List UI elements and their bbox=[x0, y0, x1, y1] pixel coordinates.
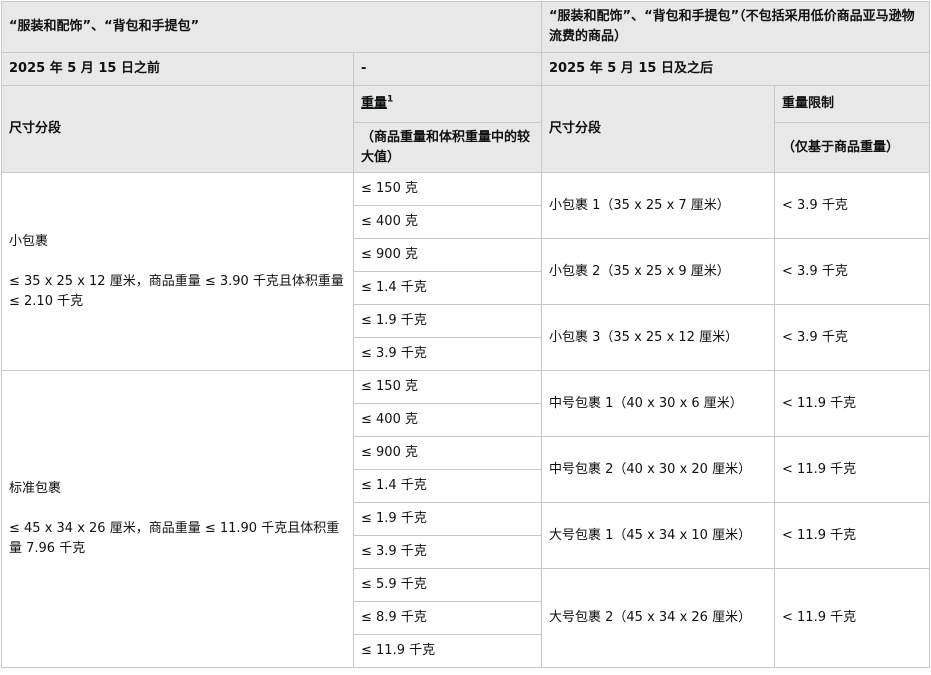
weight-cell: ≤ 11.9 千克 bbox=[353, 634, 542, 668]
tier-small-standard: 小包裹 ≤ 35 x 25 x 12 厘米，商品重量 ≤ 3.90 千克且体积重… bbox=[1, 172, 354, 371]
weight-label: 重量 bbox=[361, 96, 388, 111]
date-before: 2025 年 5 月 15 日之前 bbox=[1, 52, 354, 86]
new-tier-limit: < 11.9 千克 bbox=[774, 370, 930, 437]
tier-small-standard-desc: ≤ 35 x 25 x 12 厘米，商品重量 ≤ 3.90 千克且体积重量 ≤ … bbox=[9, 273, 344, 309]
new-tier-name: 小包裹 2（35 x 25 x 9 厘米） bbox=[541, 238, 775, 305]
tier-standard-desc: ≤ 45 x 34 x 26 厘米，商品重量 ≤ 11.90 千克且体积重量 7… bbox=[9, 521, 340, 556]
date-after: 2025 年 5 月 15 日及之后 bbox=[541, 52, 930, 86]
weight-cell: ≤ 1.4 千克 bbox=[353, 271, 542, 305]
new-tier-limit: < 11.9 千克 bbox=[774, 436, 930, 503]
new-tier-name: 中号包裹 2（40 x 30 x 20 厘米） bbox=[541, 436, 775, 503]
weight-cell: ≤ 150 克 bbox=[353, 370, 542, 404]
weight-cell: ≤ 1.9 千克 bbox=[353, 502, 542, 536]
weight-cell: ≤ 3.9 千克 bbox=[353, 535, 542, 569]
header-left-title: “服装和配饰”、“背包和手提包” bbox=[1, 1, 542, 53]
tier-standard-name: 标准包裹 bbox=[9, 481, 62, 496]
new-tier-name: 大号包裹 2（45 x 34 x 26 厘米） bbox=[541, 568, 775, 668]
weight-cell: ≤ 400 克 bbox=[353, 205, 542, 239]
weight-cell: ≤ 8.9 千克 bbox=[353, 601, 542, 635]
col-header-size-tier-left: 尺寸分段 bbox=[1, 85, 354, 173]
header-right-title: “服装和配饰”、“背包和手提包”（不包括采用低价商品亚马逊物流费的商品） bbox=[541, 1, 930, 53]
tier-standard: 标准包裹 ≤ 45 x 34 x 26 厘米，商品重量 ≤ 11.90 千克且体… bbox=[1, 370, 354, 668]
new-tier-limit: < 11.9 千克 bbox=[774, 502, 930, 569]
weight-cell: ≤ 3.9 千克 bbox=[353, 337, 542, 371]
col-header-weight-limit: 重量限制 bbox=[774, 85, 930, 123]
weight-cell: ≤ 900 克 bbox=[353, 238, 542, 272]
weight-cell: ≤ 400 克 bbox=[353, 403, 542, 437]
new-tier-name: 小包裹 3（35 x 25 x 12 厘米） bbox=[541, 304, 775, 371]
date-dash: - bbox=[353, 52, 542, 86]
col-header-weight-limit-note: （仅基于商品重量） bbox=[774, 122, 930, 173]
weight-footnote-marker: 1 bbox=[387, 94, 394, 105]
new-tier-limit: < 3.9 千克 bbox=[774, 172, 930, 239]
new-tier-limit: < 11.9 千克 bbox=[774, 568, 930, 668]
col-header-weight-note: （商品重量和体积重量中的较大值） bbox=[353, 122, 542, 173]
weight-cell: ≤ 150 克 bbox=[353, 172, 542, 206]
new-tier-name: 中号包裹 1（40 x 30 x 6 厘米） bbox=[541, 370, 775, 437]
weight-cell: ≤ 1.9 千克 bbox=[353, 304, 542, 338]
new-tier-limit: < 3.9 千克 bbox=[774, 304, 930, 371]
new-tier-name: 小包裹 1（35 x 25 x 7 厘米） bbox=[541, 172, 775, 239]
col-header-weight: 重量1 bbox=[353, 85, 542, 123]
fee-size-tier-table: “服装和配饰”、“背包和手提包” “服装和配饰”、“背包和手提包”（不包括采用低… bbox=[1, 1, 930, 668]
tier-small-standard-name: 小包裹 bbox=[9, 233, 49, 249]
new-tier-name: 大号包裹 1（45 x 34 x 10 厘米） bbox=[541, 502, 775, 569]
col-header-size-tier-right: 尺寸分段 bbox=[541, 85, 775, 173]
weight-cell: ≤ 900 克 bbox=[353, 436, 542, 470]
weight-cell: ≤ 5.9 千克 bbox=[353, 568, 542, 602]
new-tier-limit: < 3.9 千克 bbox=[774, 238, 930, 305]
weight-cell: ≤ 1.4 千克 bbox=[353, 469, 542, 503]
